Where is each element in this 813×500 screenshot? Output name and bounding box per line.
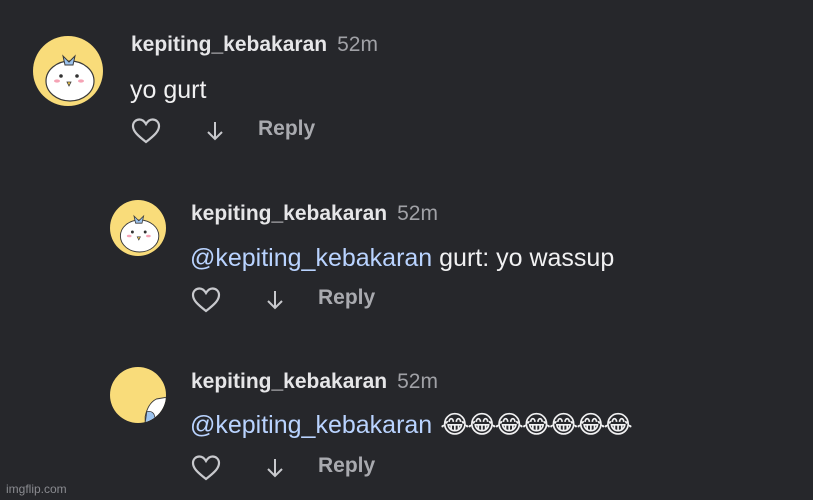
heart-icon[interactable] bbox=[131, 117, 161, 145]
username[interactable]: kepiting_kebakaran bbox=[131, 33, 327, 56]
username[interactable]: kepiting_kebakaran bbox=[191, 370, 387, 393]
reply-button[interactable]: Reply bbox=[318, 286, 375, 310]
dislike-arrow-down-icon[interactable] bbox=[205, 119, 225, 143]
comment-header: kepiting_kebakaran 52m bbox=[191, 370, 438, 394]
avatar[interactable] bbox=[33, 36, 103, 106]
reply-button[interactable]: Reply bbox=[318, 454, 375, 478]
comment-header: kepiting_kebakaran 52m bbox=[131, 33, 378, 57]
timestamp: 52m bbox=[397, 202, 438, 225]
timestamp: 52m bbox=[337, 33, 378, 56]
comment-text: yo gurt bbox=[130, 76, 206, 105]
cartoon-avatar-icon bbox=[45, 54, 95, 102]
watermark: imgflip.com bbox=[6, 482, 67, 496]
comment-header: kepiting_kebakaran 52m bbox=[191, 202, 438, 226]
mention-link[interactable]: @kepiting_kebakaran bbox=[190, 411, 432, 439]
cartoon-avatar-partial-icon bbox=[144, 396, 166, 423]
comment-text: @kepiting_kebakaran 😂😂😂😂😂😂😂 bbox=[190, 410, 633, 440]
reply-button[interactable]: Reply bbox=[258, 117, 315, 141]
comment-text: @kepiting_kebakaran gurt: yo wassup bbox=[190, 244, 614, 273]
laughing-emoji-icons: 😂😂😂😂😂😂😂 bbox=[440, 411, 632, 439]
timestamp: 52m bbox=[397, 370, 438, 393]
dislike-arrow-down-icon[interactable] bbox=[265, 288, 285, 312]
avatar[interactable] bbox=[110, 367, 166, 423]
avatar[interactable] bbox=[110, 200, 166, 256]
comment-body: gurt: yo wassup bbox=[432, 244, 615, 272]
heart-icon[interactable] bbox=[191, 286, 221, 314]
mention-link[interactable]: @kepiting_kebakaran bbox=[190, 244, 432, 272]
username[interactable]: kepiting_kebakaran bbox=[191, 202, 387, 225]
heart-icon[interactable] bbox=[191, 454, 221, 482]
dislike-arrow-down-icon[interactable] bbox=[265, 456, 285, 480]
comment-body: yo gurt bbox=[130, 76, 207, 104]
cartoon-avatar-icon bbox=[119, 214, 160, 253]
